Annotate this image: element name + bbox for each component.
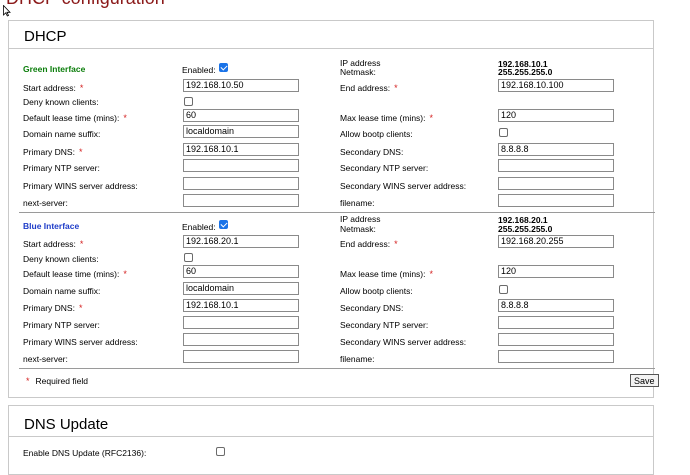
required-star-icon: * (78, 303, 83, 313)
green-primary-wins-input[interactable] (183, 177, 299, 190)
dns-update-enable-checkbox[interactable] (216, 447, 225, 456)
blue-next-server-input[interactable] (183, 350, 299, 363)
green-start-label: Start address: * (23, 83, 84, 93)
green-enabled-checkbox[interactable] (219, 63, 228, 72)
blue-domain-label: Domain name suffix: (23, 286, 101, 296)
blue-end-address-input[interactable]: 192.168.20.255 (498, 235, 614, 248)
blue-secondary-dns-label: Secondary DNS: (340, 303, 404, 313)
required-star-icon: * (123, 113, 127, 123)
blue-filename-input[interactable] (498, 350, 614, 363)
green-primary-dns-input[interactable]: 192.168.10.1 (183, 143, 299, 156)
blue-filename-label: filename: (340, 354, 375, 364)
blue-enabled-checkbox[interactable] (219, 220, 228, 229)
blue-primary-wins-label: Primary WINS server address: (23, 337, 138, 347)
green-next-server-input[interactable] (183, 194, 299, 207)
dns-update-panel: DNS Update (8, 405, 654, 475)
blue-end-label: End address: * (340, 239, 398, 249)
save-button[interactable]: Save (630, 374, 659, 387)
required-star-icon: * (394, 83, 398, 93)
green-domain-input[interactable]: localdomain (183, 125, 299, 138)
green-bootp-checkbox[interactable] (499, 128, 508, 137)
green-deny-checkbox[interactable] (184, 97, 193, 106)
green-primary-ntp-label: Primary NTP server: (23, 163, 100, 173)
blue-deny-label: Deny known clients: (23, 254, 99, 264)
dhcp-panel-title: DHCP (24, 28, 67, 45)
blue-primary-dns-input[interactable]: 192.168.10.1 (183, 299, 299, 312)
blue-secondary-wins-label: Secondary WINS server address: (340, 337, 467, 347)
green-primary-wins-label: Primary WINS server address: (23, 181, 138, 191)
green-secondary-wins-label: Secondary WINS server address: (340, 181, 467, 191)
dns-update-enable-label: Enable DNS Update (RFC2136): (23, 448, 147, 458)
green-secondary-wins-input[interactable] (498, 177, 614, 190)
form-footer-divider (19, 368, 655, 369)
blue-primary-wins-input[interactable] (183, 333, 299, 346)
required-star-icon: * (78, 147, 83, 157)
blue-default-lease-input[interactable]: 60 (183, 265, 299, 278)
green-secondary-ntp-label: Secondary NTP server: (340, 163, 429, 173)
green-primary-dns-label: Primary DNS: * (23, 147, 83, 157)
page-title: DHCP configuration (6, 0, 165, 9)
blue-secondary-dns-input[interactable]: 8.8.8.8 (498, 299, 614, 312)
blue-next-server-label: next-server: (23, 354, 68, 364)
green-domain-label: Domain name suffix: (23, 129, 101, 139)
required-star-icon: * (429, 269, 434, 279)
blue-netmask-label: Netmask: (340, 224, 376, 234)
green-deny-label: Deny known clients: (23, 97, 99, 107)
interface-divider (19, 212, 655, 213)
green-interface-heading: Green Interface (23, 64, 86, 74)
green-default-lease-input[interactable]: 60 (183, 109, 299, 122)
green-end-label: End address: * (340, 83, 398, 93)
required-field-note: * Required field (26, 376, 88, 386)
blue-netmask-value: 255.255.255.0 (498, 224, 553, 234)
required-star-icon: * (79, 239, 84, 249)
blue-secondary-ntp-input[interactable] (498, 316, 614, 329)
blue-max-lease-input[interactable]: 120 (498, 265, 614, 278)
required-star-icon: * (394, 239, 398, 249)
blue-start-label: Start address: * (23, 239, 84, 249)
green-primary-ntp-input[interactable] (183, 159, 299, 172)
blue-interface-heading: Blue Interface (23, 221, 80, 231)
green-filename-input[interactable] (498, 194, 614, 207)
blue-default-lease-label: Default lease time (mins): * (23, 269, 127, 279)
blue-enabled-label: Enabled: (182, 222, 216, 232)
blue-ip-label: IP address (340, 214, 381, 224)
required-star-icon: * (429, 113, 434, 123)
blue-bootp-checkbox[interactable] (499, 285, 508, 294)
green-netmask-value: 255.255.255.0 (498, 67, 553, 77)
blue-primary-ntp-label: Primary NTP server: (23, 320, 100, 330)
green-secondary-dns-label: Secondary DNS: (340, 147, 404, 157)
green-bootp-label: Allow bootp clients: (340, 129, 413, 139)
green-secondary-ntp-input[interactable] (498, 159, 614, 172)
green-start-address-input[interactable]: 192.168.10.50 (183, 79, 299, 92)
green-next-server-label: next-server: (23, 198, 68, 208)
dhcp-title-divider (9, 48, 653, 49)
green-netmask-label: Netmask: (340, 67, 376, 77)
blue-start-address-input[interactable]: 192.168.20.1 (183, 235, 299, 248)
green-filename-label: filename: (340, 198, 375, 208)
blue-primary-ntp-input[interactable] (183, 316, 299, 329)
green-max-lease-label: Max lease time (mins): * (340, 113, 434, 123)
dns-update-panel-title: DNS Update (24, 416, 109, 433)
green-secondary-dns-input[interactable]: 8.8.8.8 (498, 143, 614, 156)
green-enabled-label: Enabled: (182, 65, 216, 75)
required-star-icon: * (26, 376, 30, 386)
blue-max-lease-label: Max lease time (mins): * (340, 269, 434, 279)
green-default-lease-label: Default lease time (mins): * (23, 113, 127, 123)
green-end-address-input[interactable]: 192.168.10.100 (498, 79, 614, 92)
required-star-icon: * (79, 83, 84, 93)
green-max-lease-input[interactable]: 120 (498, 109, 614, 122)
blue-bootp-label: Allow bootp clients: (340, 286, 413, 296)
blue-secondary-ntp-label: Secondary NTP server: (340, 320, 429, 330)
dns-update-title-divider (9, 436, 653, 437)
blue-deny-checkbox[interactable] (184, 253, 193, 262)
blue-secondary-wins-input[interactable] (498, 333, 614, 346)
required-star-icon: * (123, 269, 127, 279)
blue-domain-input[interactable]: localdomain (183, 282, 299, 295)
blue-primary-dns-label: Primary DNS: * (23, 303, 83, 313)
